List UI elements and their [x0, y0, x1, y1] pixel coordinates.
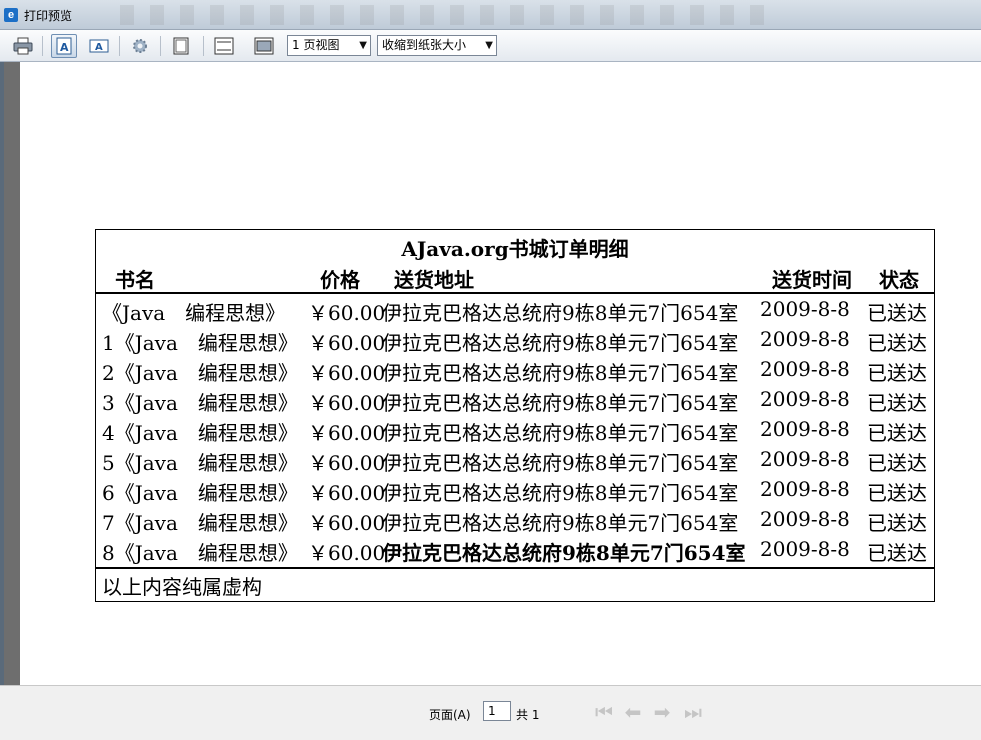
- page-total: 共 1: [516, 708, 540, 722]
- table-row: 4《Java 编程思想》 ￥60.00 伊拉克巴格达总统府9栋8单元7门654室…: [96, 414, 934, 445]
- fit-width-button[interactable]: [251, 34, 277, 58]
- header-footer-icon: [214, 37, 234, 55]
- cell-name: 7《Java 编程思想》: [102, 511, 298, 535]
- cell-name: 2《Java 编程思想》: [102, 361, 298, 385]
- cell-status: 已送达: [867, 541, 927, 565]
- preview-area[interactable]: AJava.org书城订单明细 书名 价格 送货地址 送货时间 状态 《Java…: [0, 62, 981, 685]
- cell-time: 2009-8-8: [760, 387, 850, 411]
- header-status: 状态: [879, 268, 919, 292]
- cell-address: 伊拉克巴格达总统府9栋8单元7门654室: [382, 481, 739, 505]
- header-price: 价格: [320, 268, 360, 292]
- cell-name: 3《Java 编程思想》: [102, 391, 298, 415]
- cell-price: ￥60.00: [308, 391, 386, 415]
- cell-price: ￥60.00: [308, 331, 386, 355]
- window-title: 打印预览: [24, 9, 73, 23]
- cell-price: ￥60.00: [308, 361, 386, 385]
- cell-time: 2009-8-8: [760, 417, 850, 441]
- table-row: 5《Java 编程思想》 ￥60.00 伊拉克巴格达总统府9栋8单元7门654室…: [96, 444, 934, 475]
- table-row: 8《Java 编程思想》 ￥60.00 伊拉克巴格达总统府9栋8单元7门654室…: [96, 534, 934, 565]
- cell-status: 已送达: [867, 481, 927, 505]
- portrait-button[interactable]: A: [51, 34, 77, 58]
- cell-address: 伊拉克巴格达总统府9栋8单元7门654室: [382, 451, 739, 475]
- page-icon: [173, 37, 189, 55]
- ie-app-icon: e: [4, 8, 18, 22]
- svg-text:A: A: [60, 41, 69, 54]
- chevron-down-icon: ▼: [359, 40, 367, 51]
- title-bar: e 打印预览: [0, 0, 981, 30]
- page-setup-button[interactable]: [127, 34, 153, 58]
- cell-status: 已送达: [867, 331, 927, 355]
- header-name: 书名: [115, 268, 155, 292]
- preview-page: AJava.org书城订单明细 书名 价格 送货地址 送货时间 状态 《Java…: [20, 62, 981, 685]
- header-address: 送货地址: [394, 268, 474, 292]
- cell-address: 伊拉克巴格达总统府9栋8单元7门654室: [382, 511, 739, 535]
- cell-name: 《Java 编程思想》: [102, 301, 286, 325]
- chevron-down-icon: ▼: [485, 40, 493, 51]
- cell-price: ￥60.00: [308, 511, 386, 535]
- footer-divider: [96, 567, 934, 569]
- cell-time: 2009-8-8: [760, 447, 850, 471]
- cell-status: 已送达: [867, 361, 927, 385]
- cell-time: 2009-8-8: [760, 507, 850, 531]
- cell-price: ￥60.00: [308, 451, 386, 475]
- report-footer: 以上内容纯属虚构: [102, 575, 262, 599]
- cell-name: 1《Java 编程思想》: [102, 331, 298, 355]
- cell-status: 已送达: [867, 511, 927, 535]
- cell-price: ￥60.00: [308, 541, 386, 565]
- cell-price: ￥60.00: [308, 421, 386, 445]
- cell-price: ￥60.00: [308, 481, 386, 505]
- cell-time: 2009-8-8: [760, 327, 850, 351]
- prev-page-icon[interactable]: ⬅: [622, 701, 644, 723]
- report-title: AJava.org书城订单明细: [401, 237, 629, 261]
- cell-address: 伊拉克巴格达总统府9栋8单元7门654室: [382, 361, 739, 385]
- cell-status: 已送达: [867, 301, 927, 325]
- cell-address: 伊拉克巴格达总统府9栋8单元7门654室: [382, 331, 739, 355]
- table-row: 《Java 编程思想》 ￥60.00 伊拉克巴格达总统府9栋8单元7门654室 …: [96, 294, 934, 325]
- full-page-button[interactable]: [168, 34, 194, 58]
- status-bar: 页面(A) 1 共 1 ⏮ ⬅ ➡ ⏭: [0, 685, 981, 740]
- cell-name: 8《Java 编程思想》: [102, 541, 298, 565]
- cell-address: 伊拉克巴格达总统府9栋8单元7门654室: [382, 421, 739, 445]
- header-footer-button[interactable]: [211, 34, 237, 58]
- cell-address: 伊拉克巴格达总统府9栋8单元7门654室: [382, 301, 739, 325]
- cell-name: 4《Java 编程思想》: [102, 421, 298, 445]
- cell-status: 已送达: [867, 421, 927, 445]
- landscape-icon: A: [89, 39, 109, 53]
- portrait-icon: A: [56, 37, 72, 55]
- table-row: 1《Java 编程思想》 ￥60.00 伊拉克巴格达总统府9栋8单元7门654室…: [96, 324, 934, 355]
- view-mode-select[interactable]: 1 页视图 ▼: [287, 35, 371, 56]
- cell-status: 已送达: [867, 451, 927, 475]
- landscape-button[interactable]: A: [86, 34, 112, 58]
- cell-name: 6《Java 编程思想》: [102, 481, 298, 505]
- header-time: 送货时间: [772, 268, 852, 292]
- first-page-icon[interactable]: ⏮: [593, 701, 615, 723]
- print-preview-toolbar: A A 1 页视图 ▼ 收缩到纸张大小 ▼: [0, 30, 981, 62]
- page-label: 页面(A): [429, 708, 471, 722]
- table-row: 2《Java 编程思想》 ￥60.00 伊拉克巴格达总统府9栋8单元7门654室…: [96, 354, 934, 385]
- table-row: 7《Java 编程思想》 ￥60.00 伊拉克巴格达总统府9栋8单元7门654室…: [96, 504, 934, 535]
- scale-select[interactable]: 收缩到纸张大小 ▼: [377, 35, 497, 56]
- background-toolbar-ghost: [120, 5, 780, 25]
- table-row: 6《Java 编程思想》 ￥60.00 伊拉克巴格达总统府9栋8单元7门654室…: [96, 474, 934, 505]
- cell-address: 伊拉克巴格达总统府9栋8单元7门654室: [382, 541, 746, 565]
- cell-price: ￥60.00: [308, 301, 386, 325]
- page-number-input[interactable]: 1: [483, 701, 511, 721]
- cell-time: 2009-8-8: [760, 537, 850, 561]
- gear-icon: [133, 39, 147, 53]
- fit-width-icon: [254, 37, 274, 55]
- next-page-icon[interactable]: ➡: [651, 701, 673, 723]
- cell-address: 伊拉克巴格达总统府9栋8单元7门654室: [382, 391, 739, 415]
- cell-name: 5《Java 编程思想》: [102, 451, 298, 475]
- printer-icon: [13, 37, 33, 55]
- print-button[interactable]: [10, 34, 36, 58]
- cell-time: 2009-8-8: [760, 357, 850, 381]
- cell-status: 已送达: [867, 391, 927, 415]
- last-page-icon[interactable]: ⏭: [682, 701, 704, 723]
- cell-time: 2009-8-8: [760, 477, 850, 501]
- cell-time: 2009-8-8: [760, 297, 850, 321]
- svg-text:A: A: [95, 42, 103, 53]
- order-report: AJava.org书城订单明细 书名 价格 送货地址 送货时间 状态 《Java…: [95, 229, 935, 602]
- table-row: 3《Java 编程思想》 ￥60.00 伊拉克巴格达总统府9栋8单元7门654室…: [96, 384, 934, 415]
